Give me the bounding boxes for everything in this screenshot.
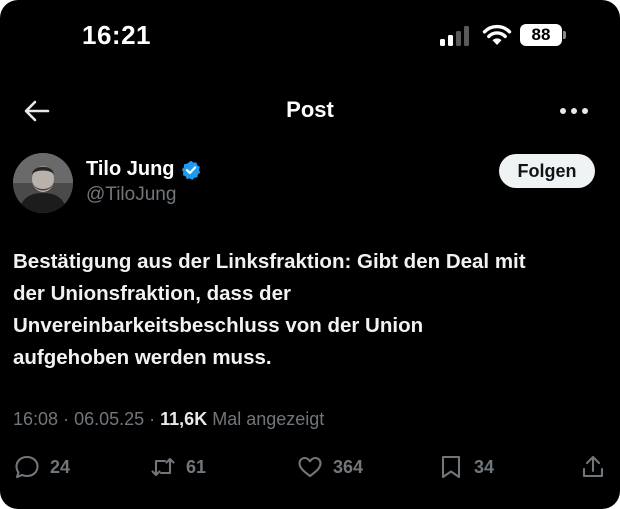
follow-button[interactable]: Folgen xyxy=(499,154,595,188)
like-button[interactable]: 364 xyxy=(297,454,363,480)
post-text-line: der Unionsfraktion, dass der xyxy=(13,282,291,305)
battery-cap xyxy=(563,31,566,39)
battery-level: 88 xyxy=(520,24,562,46)
post-meta: 16:08 · 06.05.25 · 11,6K Mal angezeigt xyxy=(13,409,324,430)
post-text-line: Bestätigung aus der Linksfraktion: Gibt … xyxy=(13,250,526,273)
author-name-row: Tilo Jung xyxy=(86,158,201,181)
meta-separator: · xyxy=(63,409,75,429)
repost-count: 61 xyxy=(186,456,207,477)
reply-count: 24 xyxy=(50,456,71,477)
status-bar: 16:21 88 xyxy=(0,0,620,72)
more-horizontal-icon[interactable] xyxy=(558,96,590,126)
views-label: Mal angezeigt xyxy=(212,409,325,429)
reply-button[interactable]: 24 xyxy=(14,454,70,480)
repost-button[interactable]: 61 xyxy=(150,454,206,480)
repost-icon xyxy=(151,457,175,477)
battery-icon: 88 xyxy=(520,24,566,46)
heart-icon xyxy=(298,456,322,478)
like-count: 364 xyxy=(333,456,364,477)
cellular-signal-icon xyxy=(440,26,469,46)
post-actions: 24 61 364 34 xyxy=(0,450,620,486)
post-author: Tilo Jung @TiloJung Folgen xyxy=(0,148,620,218)
reply-icon xyxy=(15,455,39,479)
share-button[interactable] xyxy=(580,454,606,480)
view-count[interactable]: 11,6K xyxy=(160,409,207,429)
status-time: 16:21 xyxy=(82,20,151,50)
post-date[interactable]: 06.05.25 xyxy=(74,409,144,429)
meta-separator: · xyxy=(149,409,161,429)
author-name[interactable]: Tilo Jung xyxy=(86,158,175,181)
nav-bar: Post xyxy=(0,84,620,138)
post-text-line: aufgehoben werden muss. xyxy=(13,346,272,369)
avatar-photo xyxy=(13,153,73,213)
post-text: Bestätigung aus der Linksfraktion: Gibt … xyxy=(13,246,613,374)
bookmark-icon xyxy=(441,455,461,479)
verified-badge-icon xyxy=(181,160,200,180)
post-text-line: Unvereinbarkeitsbeschluss von der Union xyxy=(13,314,424,337)
wifi-icon xyxy=(482,24,512,45)
share-icon xyxy=(582,455,604,478)
avatar[interactable] xyxy=(13,153,73,213)
phone-screen: 16:21 88 Post Tilo Jung @TiloJung Folgen… xyxy=(0,0,620,509)
author-handle[interactable]: @TiloJung xyxy=(86,184,176,206)
post-time[interactable]: 16:08 xyxy=(13,409,58,429)
bookmark-button[interactable]: 34 xyxy=(438,454,494,480)
bookmark-count: 34 xyxy=(474,456,495,477)
page-title: Post xyxy=(286,97,334,122)
